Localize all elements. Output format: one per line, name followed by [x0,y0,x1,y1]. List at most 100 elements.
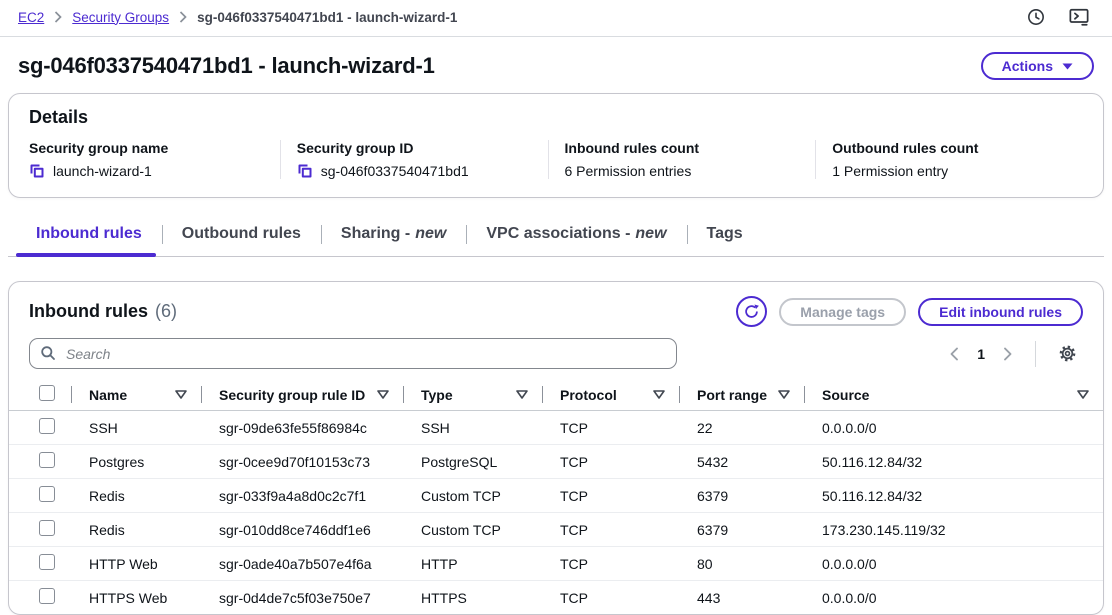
cell-source: 0.0.0.0/0 [804,547,1103,581]
tab-label: VPC associations - [486,225,630,243]
cell-port-range: 6379 [679,479,804,513]
cell-type: HTTP [403,547,542,581]
cell-source: 50.116.12.84/32 [804,445,1103,479]
tab-label: Inbound rules [36,225,142,243]
cell-type: HTTPS [403,581,542,615]
tab-inbound-rules[interactable]: Inbound rules [16,216,162,256]
cell-name: HTTP Web [71,547,201,581]
cell-port-range: 6379 [679,513,804,547]
cell-protocol: TCP [542,581,679,615]
column-header-port-range: Port range [679,381,804,411]
tab-sharing[interactable]: Sharing - new [321,216,466,256]
row-checkbox[interactable] [39,452,55,468]
page-header: sg-046f0337540471bd1 - launch-wizard-1 A… [0,37,1112,93]
settings-button[interactable] [1052,340,1083,367]
details-title: Details [29,107,1083,128]
column-label: Type [421,387,453,403]
cloudshell-icon[interactable] [1068,7,1090,27]
table-row: SSH sgr-09de63fe55f86984c SSH TCP 22 0.0… [9,411,1103,445]
field-label: Security group ID [297,140,548,156]
actions-button-label: Actions [1002,58,1053,74]
chevron-right-icon [54,11,62,23]
column-label: Source [822,387,869,403]
detail-field-inbound-rules-count: Inbound rules count 6 Permission entries [548,140,816,179]
select-all-checkbox[interactable] [39,385,55,401]
table-row: Postgres sgr-0cee9d70f10153c73 PostgreSQ… [9,445,1103,479]
field-label: Inbound rules count [565,140,816,156]
table-row: Redis sgr-010dd8ce746ddf1e6 Custom TCP T… [9,513,1103,547]
filter-icon[interactable] [375,390,391,399]
page-number[interactable]: 1 [971,346,991,362]
row-checkbox[interactable] [39,486,55,502]
copy-icon[interactable] [29,163,45,179]
actions-button[interactable]: Actions [981,52,1094,80]
search-box [29,338,677,369]
tab-bar: Inbound rules Outbound rules Sharing - n… [8,216,1104,257]
cell-name: HTTPS Web [71,581,201,615]
inbound-rules-table: Name Security group rule ID Type Protoco… [9,381,1103,614]
field-value: launch-wizard-1 [53,163,152,179]
filter-icon[interactable] [651,390,667,399]
column-header-protocol: Protocol [542,381,679,411]
filter-icon[interactable] [514,390,530,399]
filter-icon[interactable] [1075,390,1091,399]
chevron-right-icon [179,11,187,23]
cell-protocol: TCP [542,445,679,479]
column-header-rule-id: Security group rule ID [201,381,403,411]
history-icon[interactable] [1026,7,1046,27]
manage-tags-label: Manage tags [800,304,885,320]
copy-icon[interactable] [297,163,313,179]
edit-inbound-rules-label: Edit inbound rules [939,304,1062,320]
breadcrumb-bar: EC2 Security Groups sg-046f0337540471bd1… [0,0,1112,37]
table-header-row: Name Security group rule ID Type Protoco… [9,381,1103,411]
cell-rule-id: sgr-0ade40a7b507e4f6a [201,547,403,581]
cell-rule-id: sgr-09de63fe55f86984c [201,411,403,445]
row-checkbox[interactable] [39,520,55,536]
cell-protocol: TCP [542,547,679,581]
cell-name: Redis [71,479,201,513]
column-label: Name [89,387,127,403]
tab-outbound-rules[interactable]: Outbound rules [162,216,321,256]
cell-port-range: 5432 [679,445,804,479]
field-label: Security group name [29,140,280,156]
cell-type: Custom TCP [403,513,542,547]
tab-vpc-associations[interactable]: VPC associations - new [466,216,686,256]
edit-inbound-rules-button[interactable]: Edit inbound rules [918,298,1083,326]
filter-icon[interactable] [173,390,189,399]
table-row: Redis sgr-033f9a4a8d0c2c7f1 Custom TCP T… [9,479,1103,513]
inbound-rules-panel: Inbound rules (6) Manage tags Edit inbou… [8,281,1104,615]
cell-protocol: TCP [542,479,679,513]
breadcrumb: EC2 Security Groups sg-046f0337540471bd1… [18,10,457,25]
breadcrumb-link-security-groups[interactable]: Security Groups [72,10,169,25]
manage-tags-button[interactable]: Manage tags [779,298,906,326]
cell-source: 0.0.0.0/0 [804,581,1103,615]
search-input[interactable] [29,338,677,369]
cell-protocol: TCP [542,513,679,547]
column-header-source: Source [804,381,1103,411]
next-page-button[interactable] [997,343,1019,365]
cell-source: 50.116.12.84/32 [804,479,1103,513]
row-checkbox[interactable] [39,554,55,570]
cell-rule-id: sgr-0cee9d70f10153c73 [201,445,403,479]
previous-page-button[interactable] [943,343,965,365]
cell-rule-id: sgr-0d4de7c5f03e750e7 [201,581,403,615]
row-checkbox[interactable] [39,418,55,434]
details-panel: Details Security group name launch-wizar… [8,93,1104,198]
cell-source: 0.0.0.0/0 [804,411,1103,445]
column-header-type: Type [403,381,542,411]
column-header-name: Name [71,381,201,411]
field-label: Outbound rules count [832,140,1083,156]
tab-new-badge: new [635,225,666,243]
cell-rule-id: sgr-033f9a4a8d0c2c7f1 [201,479,403,513]
divider [1035,341,1036,367]
filter-icon[interactable] [776,390,792,399]
refresh-button[interactable] [736,296,767,327]
cell-rule-id: sgr-010dd8ce746ddf1e6 [201,513,403,547]
table-row: HTTPS Web sgr-0d4de7c5f03e750e7 HTTPS TC… [9,581,1103,615]
breadcrumb-link-ec2[interactable]: EC2 [18,10,44,25]
refresh-icon [743,303,760,320]
column-label: Security group rule ID [219,387,365,403]
caret-down-icon [1062,63,1073,70]
tab-tags[interactable]: Tags [687,216,763,256]
row-checkbox[interactable] [39,588,55,604]
